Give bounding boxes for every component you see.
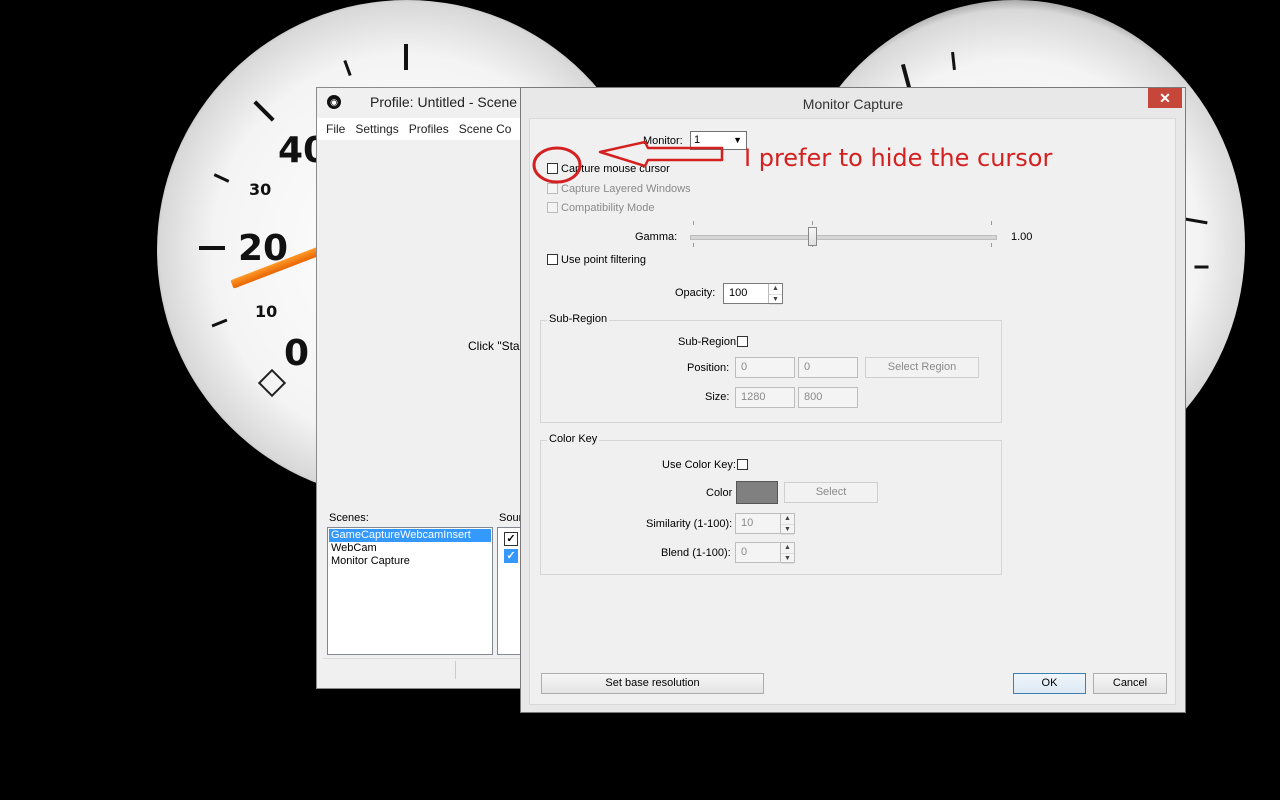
opacity-spinner[interactable]: ▲ ▼ bbox=[768, 284, 782, 305]
annotation-text: I prefer to hide the cursor bbox=[744, 144, 1053, 172]
position-y-input[interactable]: 0 bbox=[798, 357, 858, 378]
similarity-input[interactable]: 10 ▲ ▼ bbox=[735, 513, 795, 535]
gauge-label-0: 0 bbox=[284, 333, 310, 374]
point-filtering-label: Use point filtering bbox=[561, 254, 646, 266]
obs-logo-icon: ◉ bbox=[327, 95, 341, 109]
opacity-input[interactable]: 100 ▲ ▼ bbox=[723, 283, 783, 305]
slider-tick bbox=[991, 243, 992, 247]
ok-button[interactable]: OK bbox=[1013, 673, 1086, 694]
scenes-list[interactable]: GameCaptureWebcamInsert WebCam Monitor C… bbox=[327, 527, 493, 655]
obs-titlebar[interactable]: ◉ Profile: Untitled - Scene bbox=[317, 88, 535, 118]
point-filtering-checkbox[interactable] bbox=[547, 254, 558, 265]
capture-layered-windows-checkbox[interactable] bbox=[547, 183, 558, 194]
slider-tick bbox=[991, 221, 992, 225]
sources-label: Sour bbox=[499, 512, 523, 524]
dialog-title: Monitor Capture bbox=[802, 96, 904, 112]
dialog-titlebar[interactable]: Monitor Capture ✕ bbox=[521, 88, 1185, 118]
menu-settings[interactable]: Settings bbox=[355, 122, 398, 136]
preview-hint-text: Click "Start bbox=[468, 339, 527, 353]
spin-down-icon[interactable]: ▼ bbox=[781, 525, 794, 535]
compatibility-mode-checkbox[interactable] bbox=[547, 202, 558, 213]
similarity-spinner[interactable]: ▲ ▼ bbox=[780, 514, 794, 535]
capture-mouse-cursor-label: Capture mouse cursor bbox=[561, 163, 670, 175]
menu-scene-collection[interactable]: Scene Co bbox=[459, 122, 512, 136]
sub-region-group-title: Sub-Region bbox=[547, 313, 610, 325]
position-label: Position: bbox=[687, 362, 730, 374]
gamma-value: 1.00 bbox=[1011, 231, 1033, 243]
monitor-label: Monitor: bbox=[643, 135, 683, 147]
obs-statusbar bbox=[323, 658, 529, 681]
spin-up-icon[interactable]: ▲ bbox=[781, 514, 794, 525]
spin-down-icon[interactable]: ▼ bbox=[769, 295, 782, 305]
capture-mouse-cursor-checkbox[interactable] bbox=[547, 163, 558, 174]
obs-menubar: File Settings Profiles Scene Co bbox=[317, 118, 535, 141]
color-swatch[interactable] bbox=[736, 481, 778, 504]
spin-down-icon[interactable]: ▼ bbox=[781, 554, 794, 564]
size-label: Size: bbox=[705, 391, 730, 403]
scene-item-gamecapturewebcaminsert[interactable]: GameCaptureWebcamInsert bbox=[329, 529, 491, 542]
select-region-button[interactable]: Select Region bbox=[865, 357, 979, 378]
chevron-down-icon: ▼ bbox=[733, 135, 742, 145]
obs-main-window: ◉ Profile: Untitled - Scene File Setting… bbox=[316, 87, 536, 689]
gauge-tick bbox=[404, 44, 408, 70]
color-select-button[interactable]: Select bbox=[784, 482, 878, 503]
sub-region-enable-label: Sub-Region bbox=[678, 336, 737, 348]
obs-window-title: Profile: Untitled - Scene bbox=[370, 94, 518, 110]
position-x-input[interactable]: 0 bbox=[735, 357, 795, 378]
cancel-button[interactable]: Cancel bbox=[1093, 673, 1167, 694]
sub-region-checkbox[interactable] bbox=[737, 336, 748, 347]
sub-region-group: Sub-Region Sub-Region Position: 0 0 Sele… bbox=[540, 313, 1002, 423]
monitor-capture-dialog: Monitor Capture ✕ Monitor: 1 ▼ Capture m… bbox=[520, 87, 1186, 713]
slider-tick bbox=[693, 243, 694, 247]
blend-spinner[interactable]: ▲ ▼ bbox=[780, 543, 794, 564]
gauge-tick bbox=[1194, 265, 1209, 269]
gauge-tick bbox=[199, 246, 225, 250]
menu-profiles[interactable]: Profiles bbox=[409, 122, 449, 136]
width-input[interactable]: 1280 bbox=[735, 387, 795, 408]
capture-layered-windows-label: Capture Layered Windows bbox=[561, 183, 691, 195]
similarity-label: Similarity (1-100): bbox=[646, 518, 733, 530]
gamma-label: Gamma: bbox=[635, 231, 678, 243]
set-base-resolution-button[interactable]: Set base resolution bbox=[541, 673, 764, 694]
opacity-input-value: 100 bbox=[729, 287, 748, 299]
opacity-label: Opacity: bbox=[675, 287, 716, 299]
gamma-slider-track[interactable] bbox=[690, 235, 997, 240]
monitor-select-value: 1 bbox=[694, 134, 701, 146]
slider-tick bbox=[693, 221, 694, 225]
close-button[interactable]: ✕ bbox=[1148, 88, 1182, 108]
slider-tick bbox=[812, 221, 813, 225]
blend-input[interactable]: 0 ▲ ▼ bbox=[735, 542, 795, 564]
color-key-group: Color Key Use Color Key: Color Select Si… bbox=[540, 433, 1002, 575]
height-input[interactable]: 800 bbox=[798, 387, 858, 408]
color-label: Color bbox=[706, 487, 733, 499]
gamma-slider-thumb[interactable] bbox=[808, 227, 817, 246]
scene-item-monitor-capture[interactable]: Monitor Capture bbox=[329, 555, 491, 568]
spin-up-icon[interactable]: ▲ bbox=[781, 543, 794, 554]
use-color-key-label: Use Color Key: bbox=[662, 459, 736, 471]
blend-label: Blend (1-100): bbox=[661, 547, 731, 559]
similarity-input-value: 10 bbox=[741, 517, 754, 529]
preview-area bbox=[317, 140, 535, 520]
scenes-label: Scenes: bbox=[329, 512, 369, 524]
dialog-body: Monitor: 1 ▼ Capture mouse cursor Captur… bbox=[529, 118, 1176, 705]
monitor-select[interactable]: 1 ▼ bbox=[690, 131, 747, 150]
color-key-group-title: Color Key bbox=[547, 433, 600, 445]
use-color-key-checkbox[interactable] bbox=[737, 459, 748, 470]
statusbar-separator bbox=[455, 661, 456, 679]
spin-up-icon[interactable]: ▲ bbox=[769, 284, 782, 295]
scene-item-webcam[interactable]: WebCam bbox=[329, 542, 491, 555]
source-visibility-checkbox[interactable]: ✓ bbox=[504, 532, 518, 546]
gauge-label-10: 10 bbox=[255, 302, 278, 321]
gauge-label-30: 30 bbox=[249, 180, 272, 199]
blend-input-value: 0 bbox=[741, 546, 748, 558]
menu-file[interactable]: File bbox=[326, 122, 345, 136]
compatibility-mode-label: Compatibility Mode bbox=[561, 202, 655, 214]
source-visibility-checkbox[interactable]: ✓ bbox=[504, 549, 518, 563]
